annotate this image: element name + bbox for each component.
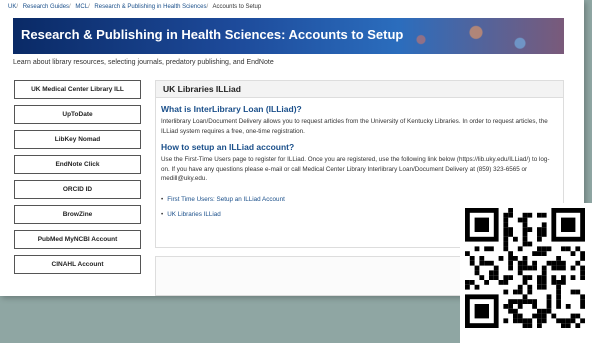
guide-description: Learn about library resources, selecting… — [13, 59, 274, 66]
sidebar-item-cinahl-account[interactable]: CINAHL Account — [14, 255, 141, 274]
breadcrumb-current: Accounts to Setup — [212, 4, 262, 10]
breadcrumb-guide[interactable]: Research & Publishing in Health Sciences — [94, 4, 206, 10]
link-first-time-users-label[interactable]: First Time Users: Setup an ILLiad Accoun… — [167, 196, 285, 203]
sidebar-item-uptodate[interactable]: UpToDate — [14, 105, 141, 124]
section-heading-how-to-setup: How to setup an ILLiad account? — [161, 142, 295, 152]
section-heading-what-is-ill: What is InterLibrary Loan (ILLiad)? — [161, 104, 302, 114]
sidebar-item-browzine[interactable]: BrowZine — [14, 205, 141, 224]
sidebar-item-pubmed-myncbi[interactable]: PubMed MyNCBI Account — [14, 230, 141, 249]
page-title: Research & Publishing in Health Sciences… — [21, 27, 404, 42]
sidebar-nav: UK Medical Center Library ILL UpToDate L… — [14, 80, 141, 280]
sidebar-item-endnote-click[interactable]: EndNote Click — [14, 155, 141, 174]
sidebar-item-orcid-id[interactable]: ORCID ID — [14, 180, 141, 199]
section-text-what-is-ill: Interlibrary Loan/Document Delivery allo… — [161, 118, 548, 135]
section-text-how-to-setup: Use the First-Time Users page to registe… — [161, 156, 550, 182]
breadcrumb: UK/ Research Guides/ MCL/ Research & Pub… — [8, 4, 262, 10]
qr-code-icon — [465, 208, 585, 328]
sidebar-item-libkey-nomad[interactable]: LibKey Nomad — [14, 130, 141, 149]
breadcrumb-mcl[interactable]: MCL — [75, 4, 88, 10]
breadcrumb-research-guides[interactable]: Research Guides — [23, 4, 69, 10]
guide-banner: Research & Publishing in Health Sciences… — [13, 18, 564, 54]
content-box-title: UK Libraries ILLiad — [156, 81, 563, 98]
sidebar-item-uk-medical-center-library-ill[interactable]: UK Medical Center Library ILL — [14, 80, 141, 99]
link-uk-libraries-illiad-label[interactable]: UK Libraries ILLiad — [167, 211, 221, 218]
qr-code — [460, 203, 592, 343]
